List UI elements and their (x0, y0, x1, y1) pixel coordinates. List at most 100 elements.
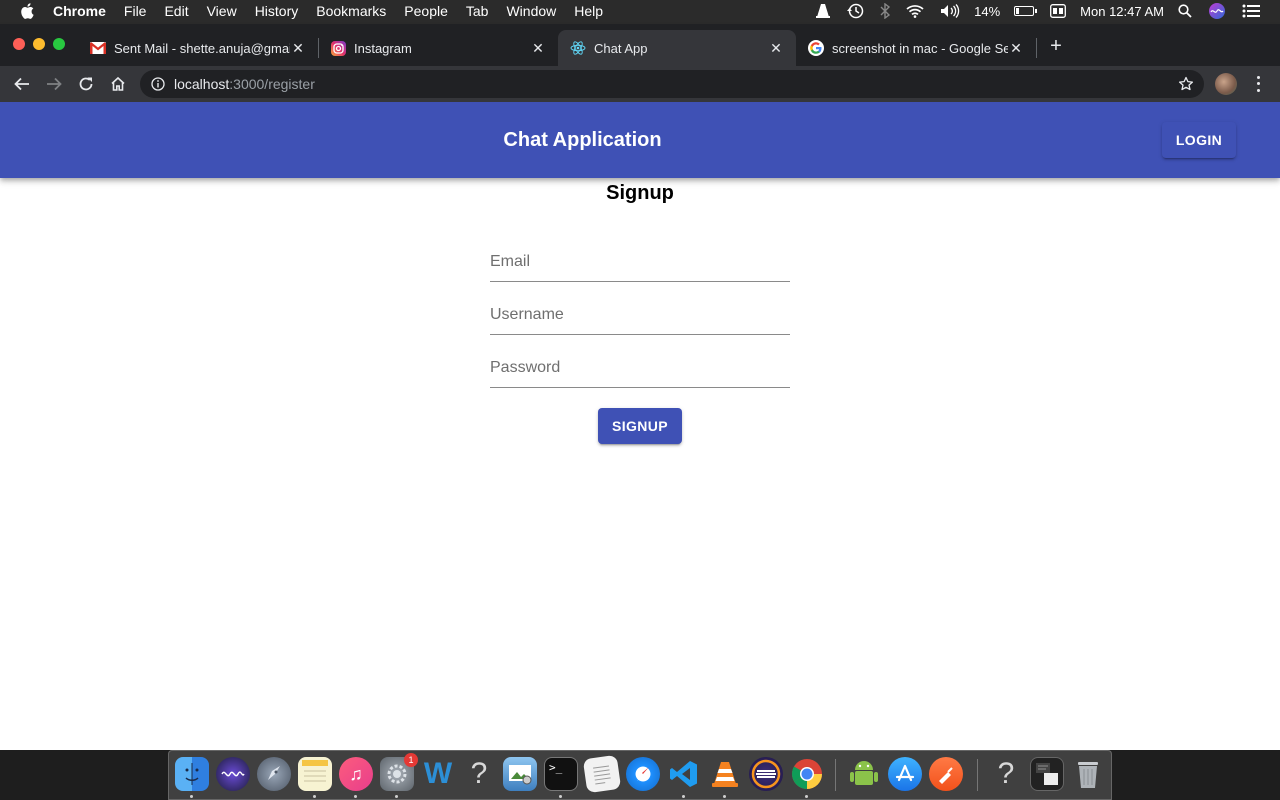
menu-help[interactable]: Help (565, 0, 612, 22)
unknown-app-question-icon[interactable]: ? (462, 757, 496, 791)
notification-center-icon[interactable] (1242, 4, 1260, 18)
new-tab-plus-icon[interactable]: + (1046, 36, 1066, 56)
running-indicator (190, 795, 193, 798)
eclipse-icon[interactable] (749, 757, 783, 791)
google-icon (808, 40, 824, 56)
profile-avatar[interactable] (1215, 73, 1237, 95)
vlc-status-icon[interactable] (816, 3, 831, 19)
running-indicator (682, 795, 685, 798)
menu-tab[interactable]: Tab (457, 0, 498, 22)
browser-toolbar: localhost:3000/register (0, 66, 1280, 102)
password-input[interactable] (490, 354, 790, 382)
tab-gmail[interactable]: Sent Mail - shette.anuja@gmail ✕ (78, 30, 318, 66)
app-store-icon[interactable] (888, 757, 922, 791)
siri-icon[interactable] (1208, 2, 1226, 20)
tab-title: Sent Mail - shette.anuja@gmail (114, 40, 290, 56)
launchpad-icon[interactable] (257, 757, 291, 791)
menu-history[interactable]: History (246, 0, 308, 22)
more-options-icon[interactable] (1252, 74, 1264, 94)
tab-divider (1036, 38, 1037, 58)
menu-app-name[interactable]: Chrome (44, 0, 115, 22)
forward-arrow-icon[interactable] (44, 74, 64, 94)
tab-title: Instagram (354, 40, 412, 56)
time-machine-icon[interactable] (846, 3, 864, 19)
menubar-clock[interactable]: Mon 12:47 AM (1080, 4, 1164, 19)
siri-app-icon[interactable] (216, 757, 250, 791)
downloads-stack-icon[interactable] (1030, 757, 1064, 791)
postman-icon[interactable] (929, 757, 963, 791)
spotlight-search-icon[interactable] (1178, 4, 1192, 18)
back-arrow-icon[interactable] (12, 74, 32, 94)
url-host: localhost (174, 76, 230, 92)
tab-close-icon[interactable]: ✕ (530, 40, 546, 57)
volume-icon[interactable] (940, 4, 960, 18)
tab-google-search[interactable]: screenshot in mac - Google Se ✕ (796, 30, 1036, 66)
apple-icon[interactable] (20, 3, 34, 19)
finder-icon[interactable] (175, 757, 209, 791)
gmail-icon (90, 40, 106, 56)
close-window-button[interactable] (13, 38, 25, 50)
itunes-icon[interactable]: ♫ (339, 757, 373, 791)
signup-button[interactable]: SIGNUP (598, 408, 682, 444)
textedit-icon[interactable] (582, 754, 622, 794)
dock-separator (977, 759, 978, 791)
tab-instagram[interactable]: Instagram ✕ (318, 30, 558, 66)
safari-icon[interactable] (626, 757, 660, 791)
tab-title: Chat App (594, 40, 648, 56)
running-indicator (559, 795, 562, 798)
password-field (490, 352, 790, 388)
site-info-icon[interactable] (150, 76, 166, 92)
address-bar[interactable]: localhost:3000/register (140, 70, 1204, 98)
tab-close-icon[interactable]: ✕ (290, 40, 306, 57)
menu-file[interactable]: File (115, 0, 156, 22)
reload-icon[interactable] (76, 74, 96, 94)
running-indicator (723, 795, 726, 798)
running-indicator (395, 795, 398, 798)
notification-badge: 1 (404, 753, 418, 767)
battery-icon[interactable] (1014, 6, 1038, 16)
react-icon (570, 40, 586, 56)
login-button[interactable]: LOGIN (1162, 122, 1236, 158)
bluetooth-icon[interactable] (880, 3, 891, 19)
email-input[interactable] (490, 248, 790, 276)
menu-edit[interactable]: Edit (155, 0, 197, 22)
chrome-icon[interactable] (790, 757, 824, 791)
email-field (490, 246, 790, 282)
battery-percent: 14% (974, 3, 1001, 19)
running-indicator (805, 795, 808, 798)
word-w-icon[interactable]: W (421, 757, 455, 791)
vscode-icon[interactable] (667, 757, 701, 791)
running-indicator (313, 795, 316, 798)
notes-icon[interactable] (298, 757, 332, 791)
tab-chat-app[interactable]: Chat App ✕ (558, 30, 796, 66)
preview-icon[interactable] (503, 757, 537, 791)
bookmark-star-icon[interactable] (1178, 76, 1194, 92)
app-title: Chat Application (503, 129, 662, 151)
running-indicator (354, 795, 357, 798)
menu-window[interactable]: Window (497, 0, 565, 22)
maximize-window-button[interactable] (53, 38, 65, 50)
input-source-icon[interactable] (1050, 4, 1067, 18)
tab-title: screenshot in mac - Google Se (832, 40, 1008, 56)
menu-people[interactable]: People (395, 0, 457, 22)
minimize-window-button[interactable] (33, 38, 45, 50)
menu-bookmarks[interactable]: Bookmarks (307, 0, 395, 22)
instagram-icon (330, 40, 346, 56)
username-input[interactable] (490, 301, 790, 329)
tab-close-icon[interactable]: ✕ (1008, 40, 1024, 57)
menu-view[interactable]: View (198, 0, 246, 22)
app-bar: Chat Application LOGIN (0, 102, 1280, 178)
vlc-icon[interactable] (708, 757, 742, 791)
wifi-icon[interactable] (906, 4, 924, 18)
home-icon[interactable] (108, 74, 128, 94)
signup-heading: Signup (606, 182, 674, 204)
username-field (490, 299, 790, 335)
tab-close-icon[interactable]: ✕ (768, 40, 784, 57)
dock-separator (835, 759, 836, 791)
macos-dock: ♫ 1 W ? >_ ? (168, 750, 1112, 800)
terminal-icon[interactable]: >_ (544, 757, 578, 791)
system-preferences-icon[interactable]: 1 (380, 753, 418, 791)
android-studio-icon[interactable] (847, 757, 881, 791)
trash-icon[interactable] (1071, 757, 1105, 791)
unknown-app-question-icon[interactable]: ? (989, 757, 1023, 791)
